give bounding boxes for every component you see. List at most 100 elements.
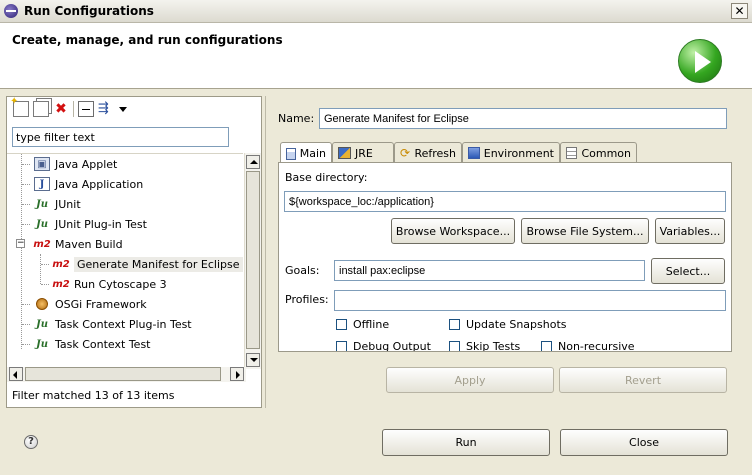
tree-item-label: Task Context Test <box>55 337 151 351</box>
new-config-icon[interactable] <box>10 96 29 117</box>
config-tree: ▣ Java Applet J Java Application Ju JUni… <box>7 153 243 369</box>
apply-button[interactable]: Apply <box>386 367 554 393</box>
tree-horizontal-scrollbar[interactable] <box>7 367 246 382</box>
tree-item-run-cytoscape[interactable]: m2 Run Cytoscape 3 <box>52 274 167 294</box>
tab-environment[interactable]: Environment <box>462 142 560 163</box>
tree-connector <box>22 164 30 165</box>
tree-item-generate-manifest[interactable]: m2 Generate Manifest for Eclipse <box>52 254 243 274</box>
scroll-left-arrow-icon[interactable] <box>9 367 23 381</box>
run-button[interactable]: Run <box>382 429 550 456</box>
browse-file-system-button[interactable]: Browse File System... <box>521 218 649 244</box>
checkbox-box[interactable] <box>449 319 460 330</box>
tree-item-label: Task Context Plug-in Test <box>55 317 192 331</box>
collapse-all-icon[interactable] <box>78 101 94 117</box>
junit-icon: Ju <box>35 198 48 210</box>
tree-item-java-application[interactable]: J Java Application <box>34 174 143 194</box>
run-banner-icon <box>678 39 722 83</box>
base-directory-input[interactable] <box>284 191 726 212</box>
view-menu-icon[interactable] <box>118 101 128 117</box>
tab-main[interactable]: Main <box>280 142 332 164</box>
checkbox-label: Skip Tests <box>466 340 521 352</box>
tree-item-osgi-framework[interactable]: OSGi Framework <box>34 294 147 314</box>
tree-item-label: Java Application <box>55 177 144 191</box>
variables-button[interactable]: Variables... <box>655 218 725 244</box>
checkbox-label: Offline <box>353 318 390 331</box>
checkbox-label: Debug Output <box>353 340 431 352</box>
checkbox-box[interactable] <box>449 341 460 351</box>
tree-vertical-scrollbar[interactable] <box>244 153 261 369</box>
tab-refresh[interactable]: ⟳ Refresh <box>394 142 462 163</box>
scroll-down-arrow-icon[interactable] <box>246 353 260 367</box>
tree-item-label: JUnit <box>55 197 81 211</box>
name-input[interactable] <box>319 108 727 129</box>
checkbox-label: Non-recursive <box>558 340 635 352</box>
update-snapshots-checkbox[interactable]: Update Snapshots <box>449 318 567 331</box>
tree-item-junit-plugin-test[interactable]: Ju JUnit Plug-in Test <box>34 214 147 234</box>
offline-checkbox[interactable]: Offline <box>336 318 389 331</box>
eclipse-icon <box>4 4 18 18</box>
checkbox-box[interactable] <box>336 341 347 351</box>
tab-label: Main <box>299 147 326 160</box>
tree-item-label: Maven Build <box>55 237 123 251</box>
scroll-thumb[interactable] <box>25 367 221 381</box>
tree-item-maven-build[interactable]: m2 Maven Build <box>33 234 123 254</box>
java-applet-icon: ▣ <box>34 157 50 171</box>
tab-common[interactable]: Common <box>560 142 637 163</box>
close-window-button[interactable]: ✕ <box>731 3 748 19</box>
select-goals-button[interactable]: Select... <box>651 258 725 284</box>
tree-item-junit[interactable]: Ju JUnit <box>34 194 81 214</box>
checkbox-box[interactable] <box>336 319 347 330</box>
profiles-input[interactable] <box>334 290 726 311</box>
tree-item-label: Java Applet <box>55 157 118 171</box>
tree-item-task-context-plugin-test[interactable]: Ju Task Context Plug-in Test <box>34 314 192 334</box>
tree-item-label: Generate Manifest for Eclipse <box>74 256 243 272</box>
panel-divider[interactable] <box>265 96 266 408</box>
main-tab-icon <box>286 147 296 160</box>
non-recursive-checkbox[interactable]: Non-recursive <box>541 340 635 352</box>
skip-tests-checkbox[interactable]: Skip Tests <box>449 340 521 352</box>
tab-label: Common <box>581 146 631 160</box>
main-tab-panel: Base directory: Browse Workspace... Brow… <box>278 162 732 352</box>
osgi-icon <box>36 298 48 310</box>
scroll-thumb[interactable] <box>246 171 260 349</box>
debug-output-checkbox[interactable]: Debug Output <box>336 340 431 352</box>
goals-label: Goals: <box>285 264 320 277</box>
close-button[interactable]: Close <box>560 429 728 456</box>
maven-icon: m2 <box>52 278 70 290</box>
profiles-label: Profiles: <box>285 293 329 306</box>
tree-connector <box>22 184 30 185</box>
dialog-title: Create, manage, and run configurations <box>12 33 283 47</box>
config-list-panel: ✖ ⇶ ▣ Java Applet J Java Application Ju … <box>6 96 262 408</box>
tree-guide-line <box>40 254 41 284</box>
delete-config-icon[interactable]: ✖ <box>53 101 69 117</box>
tab-jre[interactable]: JRE <box>332 142 394 163</box>
browse-workspace-button[interactable]: Browse Workspace... <box>391 218 515 244</box>
duplicate-config-icon[interactable] <box>33 101 49 117</box>
help-icon[interactable]: ? <box>24 435 38 449</box>
goals-input[interactable] <box>334 260 645 281</box>
scroll-up-arrow-icon[interactable] <box>246 155 260 169</box>
tree-item-label: OSGi Framework <box>55 297 147 311</box>
filter-icon[interactable]: ⇶ <box>98 101 114 117</box>
base-directory-label: Base directory: <box>285 171 368 184</box>
tree-item-java-applet[interactable]: ▣ Java Applet <box>34 154 117 174</box>
tab-label: Refresh <box>414 146 456 160</box>
jre-tab-icon <box>338 147 351 159</box>
tree-connector <box>22 224 30 225</box>
tab-label: Environment <box>483 146 554 160</box>
tree-item-task-context-test[interactable]: Ju Task Context Test <box>34 334 151 354</box>
scroll-right-arrow-icon[interactable] <box>230 367 244 381</box>
tree-connector <box>41 264 49 265</box>
tree-connector <box>22 324 30 325</box>
revert-button[interactable]: Revert <box>559 367 727 393</box>
tree-item-label: Run Cytoscape 3 <box>74 277 167 291</box>
tab-label: JRE <box>355 146 373 160</box>
filter-input[interactable] <box>12 127 229 147</box>
refresh-tab-icon: ⟳ <box>400 146 411 160</box>
checkbox-box[interactable] <box>541 341 552 351</box>
filter-status: Filter matched 13 of 13 items <box>12 389 175 402</box>
collapse-maven-toggle[interactable]: − <box>16 239 25 248</box>
tree-connector <box>22 204 30 205</box>
window-title: Run Configurations <box>24 4 154 18</box>
config-toolbar: ✖ ⇶ <box>10 96 128 118</box>
